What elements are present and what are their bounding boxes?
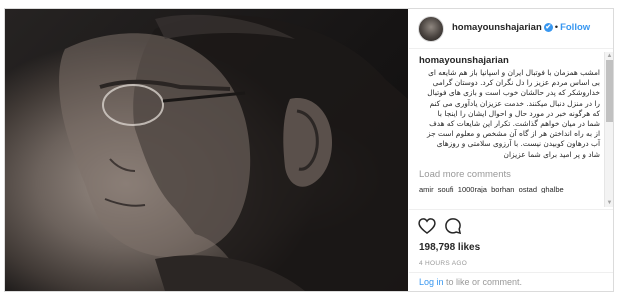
scroll-up-arrow-icon[interactable]: ▲ bbox=[605, 52, 613, 60]
scrollbar-thumb[interactable] bbox=[606, 60, 613, 122]
post-photo[interactable] bbox=[5, 9, 408, 291]
post-actions bbox=[409, 209, 613, 239]
follow-button[interactable]: Follow bbox=[560, 22, 590, 33]
login-rest-text: to like or comment. bbox=[443, 277, 523, 287]
verified-badge-icon: ✔ bbox=[543, 23, 553, 32]
username-link[interactable]: homayounshajarian bbox=[452, 22, 542, 33]
instagram-post: homayounshajarian ✔ • Follow homayounshajar… bbox=[4, 8, 614, 292]
caption-username[interactable]: homayounshajarian bbox=[419, 55, 600, 66]
post-header: homayounshajarian ✔ • Follow bbox=[409, 9, 613, 49]
avatar[interactable] bbox=[418, 16, 444, 42]
login-text: Log in to like or comment. bbox=[419, 277, 522, 287]
post-sidebar: homayounshajarian ✔ • Follow homayounshajar… bbox=[409, 9, 613, 291]
comments-panel[interactable]: homayounshajarian امشب همزمان با فوتبال … bbox=[409, 50, 613, 209]
comments-scrollbar[interactable]: ▲ ▼ bbox=[604, 52, 613, 207]
portrait-illustration bbox=[59, 14, 408, 291]
caption-text: امشب همزمان با فوتبال ایران و اسپانیا با… bbox=[427, 68, 600, 159]
login-prompt: Log in to like or comment. bbox=[409, 272, 613, 291]
comments-content: homayounshajarian امشب همزمان با فوتبال … bbox=[419, 55, 600, 193]
comment-bubble-icon[interactable] bbox=[443, 216, 463, 236]
heart-outline-icon[interactable] bbox=[417, 216, 437, 236]
login-link[interactable]: Log in bbox=[419, 277, 444, 287]
load-more-comments-button[interactable]: Load more comments bbox=[419, 169, 600, 180]
separator-dot: • bbox=[554, 22, 559, 33]
post-timestamp[interactable]: 4 HOURS AGO bbox=[419, 260, 467, 267]
comment-username[interactable]: amir_soufi_1000raja_borhan_ostad_ghalbe bbox=[419, 185, 600, 193]
likes-count[interactable]: 198,798 likes bbox=[419, 242, 480, 253]
header-user-line: homayounshajarian ✔ • Follow bbox=[452, 22, 590, 33]
scroll-down-arrow-icon[interactable]: ▼ bbox=[605, 199, 613, 207]
